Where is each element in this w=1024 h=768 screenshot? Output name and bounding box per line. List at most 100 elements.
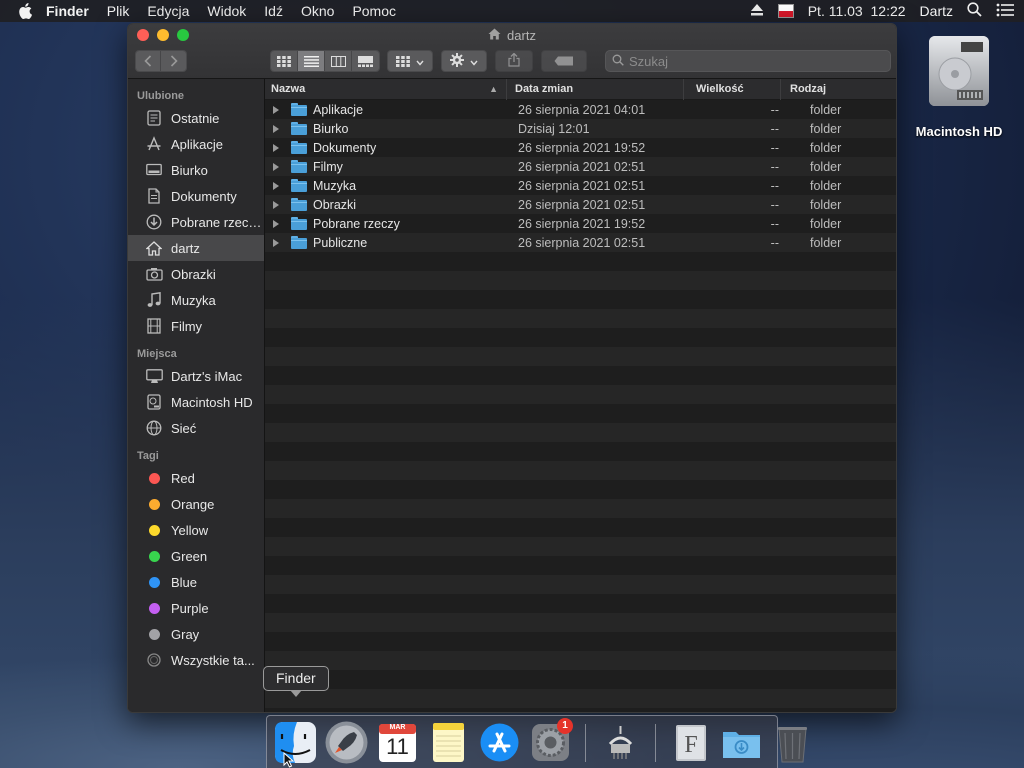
disclosure-triangle-icon[interactable] <box>273 124 279 133</box>
sidebar-tag-gray[interactable]: Gray <box>128 621 264 647</box>
rows-area[interactable]: Aplikacje 26 sierpnia 2021 04:01 -- fold… <box>265 100 896 712</box>
notes-icon[interactable] <box>426 720 471 765</box>
menu-widok[interactable]: Widok <box>207 3 246 19</box>
desktop-macintosh-hd[interactable]: Macintosh HD <box>910 32 1008 139</box>
folder-icon <box>291 179 307 192</box>
column-view-button[interactable] <box>325 51 352 71</box>
spotlight-icon[interactable] <box>967 2 982 20</box>
disclosure-triangle-icon[interactable] <box>273 200 279 209</box>
sidebar-item-label: Purple <box>171 600 209 616</box>
font-book-icon[interactable]: F <box>668 720 713 765</box>
utility-icon[interactable] <box>598 720 643 765</box>
list-view-button[interactable] <box>298 51 325 71</box>
sidebar-item-imac[interactable]: Dartz's iMac <box>128 363 264 389</box>
chevron-down-icon <box>470 54 478 69</box>
documents-icon <box>145 187 163 205</box>
movies-icon <box>145 317 163 335</box>
sidebar-item-macintosh-hd[interactable]: Macintosh HD <box>128 389 264 415</box>
disclosure-triangle-icon[interactable] <box>273 219 279 228</box>
trash-icon[interactable] <box>770 720 815 765</box>
disclosure-triangle-icon[interactable] <box>273 143 279 152</box>
sidebar-item-dokumenty[interactable]: Dokumenty <box>128 183 264 209</box>
file-row[interactable]: Filmy 26 sierpnia 2021 02:51 -- folder <box>265 157 896 176</box>
disclosure-triangle-icon[interactable] <box>273 105 279 114</box>
user-menu[interactable]: Dartz <box>920 3 953 19</box>
system-preferences-icon[interactable]: 1 <box>528 718 573 765</box>
disclosure-triangle-icon[interactable] <box>273 181 279 190</box>
sidebar-item-aplikacje[interactable]: Aplikacje <box>128 131 264 157</box>
file-name: Filmy <box>313 159 343 174</box>
group-by-button[interactable] <box>387 50 433 72</box>
app-store-icon[interactable] <box>477 720 522 765</box>
sidebar-tag-orange[interactable]: Orange <box>128 491 264 517</box>
file-kind: folder <box>810 159 842 174</box>
file-size: -- <box>770 140 779 155</box>
recents-icon <box>145 109 163 127</box>
chevron-down-icon <box>416 54 424 69</box>
menu-okno[interactable]: Okno <box>301 3 334 19</box>
sidebar-item-label: Green <box>171 548 208 564</box>
eject-icon[interactable] <box>750 3 764 19</box>
sidebar-item-muzyka[interactable]: Muzyka <box>128 287 264 313</box>
clock[interactable]: Pt. 11.03 12:22 <box>808 3 906 19</box>
sidebar-item-label: Macintosh HD <box>171 394 253 410</box>
search-field[interactable] <box>605 50 891 72</box>
menu-idz[interactable]: Idź <box>264 3 283 19</box>
file-kind: folder <box>810 235 842 250</box>
apple-icon[interactable] <box>18 3 34 19</box>
menu-plik[interactable]: Plik <box>107 3 130 19</box>
gallery-view-button[interactable] <box>352 51 379 71</box>
calendar-month: MAR <box>389 724 406 731</box>
window-titlebar[interactable]: dartz <box>128 24 896 79</box>
menu-edycja[interactable]: Edycja <box>147 3 189 19</box>
file-row[interactable]: Dokumenty 26 sierpnia 2021 19:52 -- fold… <box>265 138 896 157</box>
disclosure-triangle-icon[interactable] <box>273 238 279 247</box>
menu-pomoc[interactable]: Pomoc <box>352 3 396 19</box>
tag-icon <box>554 54 574 69</box>
sidebar-tag-blue[interactable]: Blue <box>128 569 264 595</box>
file-row[interactable]: Muzyka 26 sierpnia 2021 02:51 -- folder <box>265 176 896 195</box>
forward-button[interactable] <box>161 51 186 71</box>
back-button[interactable] <box>136 51 161 71</box>
sidebar-item-obrazki[interactable]: Obrazki <box>128 261 264 287</box>
file-size: -- <box>770 178 779 193</box>
share-button[interactable] <box>495 50 533 72</box>
tags-button[interactable] <box>541 50 587 72</box>
sidebar-tag-green[interactable]: Green <box>128 543 264 569</box>
downloads-folder-icon[interactable] <box>719 720 764 765</box>
column-header-date[interactable]: Data zmian <box>507 79 684 100</box>
icon-view-button[interactable] <box>271 51 298 71</box>
launchpad-icon[interactable] <box>324 720 369 765</box>
input-source-flag-icon[interactable]: PRO <box>777 3 794 19</box>
file-row[interactable]: Publiczne 26 sierpnia 2021 02:51 -- fold… <box>265 233 896 252</box>
search-input[interactable] <box>629 53 879 69</box>
sidebar-item-siec[interactable]: Sieć <box>128 415 264 441</box>
file-date: 26 sierpnia 2021 02:51 <box>518 159 646 174</box>
calendar-icon[interactable]: MAR 11 <box>375 720 420 765</box>
all-tags-icon <box>145 651 163 669</box>
sidebar-item-filmy[interactable]: Filmy <box>128 313 264 339</box>
file-row[interactable]: Aplikacje 26 sierpnia 2021 04:01 -- fold… <box>265 100 896 119</box>
file-row[interactable]: Biurko Dzisiaj 12:01 -- folder <box>265 119 896 138</box>
column-header-name[interactable]: Nazwa ▲ <box>265 79 507 100</box>
folder-icon <box>291 217 307 230</box>
sidebar-item-biurko[interactable]: Biurko <box>128 157 264 183</box>
column-header-kind[interactable]: Rodzaj <box>781 79 896 100</box>
action-menu-button[interactable] <box>441 50 487 72</box>
sidebar-tag-purple[interactable]: Purple <box>128 595 264 621</box>
sidebar-item-ostatnie[interactable]: Ostatnie <box>128 105 264 131</box>
finder-icon[interactable] <box>273 720 318 765</box>
sidebar-item-pobrane-rzeczy[interactable]: Pobrane rzecz... <box>128 209 264 235</box>
column-header-size[interactable]: Wielkość <box>684 79 781 100</box>
hard-drive-icon <box>145 393 163 411</box>
menu-app-name[interactable]: Finder <box>46 3 89 19</box>
sidebar-tag-red[interactable]: Red <box>128 465 264 491</box>
sidebar-item-label: Muzyka <box>171 292 216 308</box>
sidebar-tag-yellow[interactable]: Yellow <box>128 517 264 543</box>
sidebar-item-dartz[interactable]: dartz <box>128 235 264 261</box>
disclosure-triangle-icon[interactable] <box>273 162 279 171</box>
sidebar-tag-all[interactable]: Wszystkie ta... <box>128 647 264 673</box>
list-icon[interactable] <box>996 3 1014 20</box>
file-row[interactable]: Obrazki 26 sierpnia 2021 02:51 -- folder <box>265 195 896 214</box>
file-row[interactable]: Pobrane rzeczy 26 sierpnia 2021 19:52 --… <box>265 214 896 233</box>
